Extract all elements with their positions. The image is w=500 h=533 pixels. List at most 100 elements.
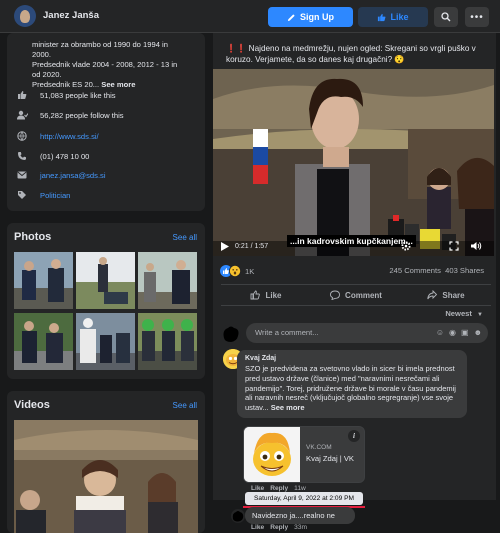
comment-body: SZO je predvidena za svetovno vlado in s… bbox=[245, 364, 459, 413]
post-actions: Like Comment Share bbox=[221, 284, 491, 306]
comment-tools: ☺ ◉ ▣ ☻ bbox=[436, 323, 482, 343]
top-bar: Janez Janša Sign Up Like ••• bbox=[0, 0, 500, 33]
camera-icon[interactable]: ◉ bbox=[449, 323, 456, 343]
fullscreen-icon[interactable] bbox=[449, 241, 459, 251]
email-link[interactable]: janez.jansa@sds.si bbox=[40, 171, 106, 180]
bio-line: Predsednik ES 20... bbox=[32, 80, 100, 89]
comment-meta: Like Reply 11w bbox=[251, 485, 306, 492]
comment-like-link[interactable]: Like bbox=[251, 485, 264, 492]
post-text: ❗️❗️ Najdeno na medmrežju, nujen ogled: … bbox=[226, 44, 476, 64]
photo-thumbnail[interactable] bbox=[138, 252, 197, 309]
comment-count[interactable]: 245 Comments bbox=[389, 266, 441, 275]
reply-age[interactable]: 33m bbox=[294, 524, 307, 531]
category-link[interactable]: Politician bbox=[40, 191, 70, 200]
website-row[interactable]: http://www.sds.si/ bbox=[16, 130, 99, 142]
comment-author[interactable]: Kvaj Zdaj bbox=[245, 355, 459, 362]
search-button[interactable] bbox=[434, 7, 458, 27]
bio-line: od 2020. bbox=[32, 70, 62, 79]
share-count[interactable]: 403 Shares bbox=[445, 266, 484, 275]
comment-label: Comment bbox=[345, 290, 382, 300]
website-link[interactable]: http://www.sds.si/ bbox=[40, 132, 99, 141]
sort-comments-dropdown[interactable]: Newest ▼ bbox=[445, 309, 483, 318]
gif-icon[interactable]: ▣ bbox=[461, 323, 469, 343]
sign-up-button[interactable]: Sign Up bbox=[268, 7, 353, 27]
follows-count: 56,282 people follow this bbox=[40, 110, 124, 120]
link-title: Kvaj Zdaj | VK bbox=[306, 454, 354, 463]
video-thumbnail[interactable] bbox=[14, 420, 198, 533]
more-icon: ••• bbox=[470, 11, 484, 23]
email-row[interactable]: janez.jansa@sds.si bbox=[16, 169, 106, 181]
photo-thumbnail[interactable] bbox=[76, 252, 135, 309]
page-name[interactable]: Janez Janša bbox=[43, 10, 99, 21]
comment-age[interactable]: 11w bbox=[294, 485, 306, 492]
reactions-summary[interactable]: 1K bbox=[220, 265, 254, 277]
comment-see-more[interactable]: See more bbox=[271, 403, 305, 412]
video-controls: 0:21 / 1:57 bbox=[221, 242, 268, 251]
chevron-down-icon: ▼ bbox=[477, 312, 483, 318]
bio-line: Predsednik vlade 2004 - 2008, 2012 - 13 … bbox=[32, 60, 178, 69]
phone-icon bbox=[16, 150, 28, 162]
thumbs-up-icon bbox=[16, 89, 28, 101]
reply-reply-link[interactable]: Reply bbox=[270, 524, 288, 531]
post-video[interactable]: 0:21 / 1:57 ...in kadrovskim kupčkanjem.… bbox=[213, 69, 494, 256]
photo-thumbnail[interactable] bbox=[138, 313, 197, 370]
timestamp-tooltip: Saturday, April 9, 2022 at 2:09 PM bbox=[245, 492, 363, 505]
photos-card: Photos See all bbox=[7, 223, 205, 379]
comment-reply-link[interactable]: Reply bbox=[270, 485, 288, 492]
comment-composer: Write a comment... ☺ ◉ ▣ ☻ bbox=[221, 320, 491, 346]
share-label: Share bbox=[442, 290, 465, 300]
likes-count: 51,083 people like this bbox=[40, 90, 116, 100]
play-icon[interactable] bbox=[221, 242, 229, 251]
like-label: Like bbox=[265, 290, 282, 300]
post-stats: 245 Comments 403 Shares bbox=[389, 266, 484, 275]
bio-line: minister za obrambo od 1990 do 1994 in bbox=[32, 40, 168, 49]
comment-icon bbox=[330, 290, 340, 300]
videos-see-all-link[interactable]: See all bbox=[173, 401, 197, 410]
link-site: VK.COM bbox=[306, 444, 332, 451]
bio-see-more[interactable]: See more bbox=[101, 80, 135, 89]
comment-placeholder: Write a comment... bbox=[255, 328, 319, 337]
reply-like-link[interactable]: Like bbox=[251, 524, 264, 531]
tooltip-text: Saturday, April 9, 2022 at 2:09 PM bbox=[254, 495, 354, 502]
likes-row: 51,083 people like this bbox=[16, 89, 116, 101]
comment-input[interactable]: Write a comment... ☺ ◉ ▣ ☻ bbox=[246, 323, 488, 343]
user-avatar bbox=[221, 324, 241, 344]
pencil-icon bbox=[287, 13, 295, 21]
reaction-count: 1K bbox=[245, 266, 255, 276]
sticker-icon[interactable]: ☻ bbox=[474, 323, 482, 343]
reply-preview: Navidezno ja....realno ne bbox=[245, 507, 355, 524]
reply-text: Navidezno ja....realno ne bbox=[252, 511, 335, 520]
like-page-button[interactable]: Like bbox=[358, 7, 428, 27]
emoji-icon[interactable]: ☺ bbox=[436, 323, 444, 343]
phone-number: (01) 478 10 00 bbox=[40, 151, 90, 161]
photo-thumbnail[interactable] bbox=[14, 313, 73, 370]
more-options-button[interactable]: ••• bbox=[465, 7, 489, 27]
volume-icon[interactable] bbox=[471, 241, 482, 251]
comment-bubble: Kvaj Zdaj SZO je predvidena za svetovno … bbox=[237, 350, 467, 418]
link-preview[interactable]: VK.COM Kvaj Zdaj | VK i bbox=[243, 426, 365, 483]
video-time: 0:21 / 1:57 bbox=[235, 243, 269, 250]
thumbs-up-icon bbox=[378, 13, 386, 21]
like-page-label: Like bbox=[390, 12, 409, 22]
reply-avatar bbox=[231, 509, 245, 523]
comment-button[interactable]: Comment bbox=[311, 285, 401, 305]
photos-title: Photos bbox=[14, 231, 52, 243]
share-button[interactable]: Share bbox=[401, 285, 491, 305]
search-icon bbox=[441, 12, 451, 22]
photos-see-all-link[interactable]: See all bbox=[173, 233, 197, 242]
share-icon bbox=[427, 290, 438, 300]
page-avatar[interactable] bbox=[14, 5, 36, 27]
photo-thumbnail[interactable] bbox=[76, 313, 135, 370]
thumbs-up-icon bbox=[251, 290, 261, 300]
sign-up-label: Sign Up bbox=[300, 12, 334, 22]
category-row[interactable]: Politician bbox=[16, 189, 70, 201]
video-caption: ...in kadrovskim kupčkanjem... bbox=[287, 235, 416, 247]
wow-reaction-icon bbox=[229, 265, 241, 277]
tag-icon bbox=[16, 189, 28, 201]
photo-thumbnail[interactable] bbox=[14, 252, 73, 309]
info-icon[interactable]: i bbox=[348, 430, 360, 442]
globe-icon bbox=[16, 130, 28, 142]
like-button[interactable]: Like bbox=[221, 285, 311, 305]
bio-line: 2000. bbox=[32, 50, 52, 59]
settings-icon[interactable] bbox=[401, 241, 411, 251]
